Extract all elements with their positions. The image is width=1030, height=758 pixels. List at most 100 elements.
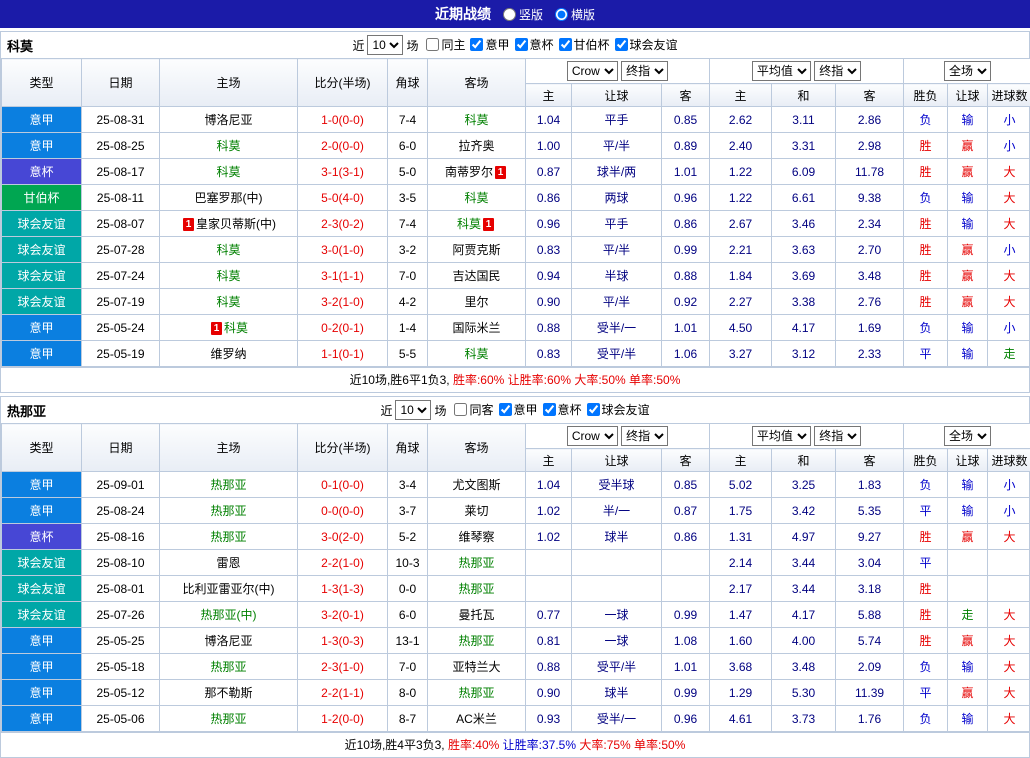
average-select[interactable]: 平均值 <box>752 426 811 446</box>
cell-handicap-result: 输 <box>948 498 988 524</box>
cell-handicap-away-odds: 0.85 <box>662 472 710 498</box>
cell-handicap-result: 赢 <box>948 159 988 185</box>
col-avg-away: 客 <box>836 84 904 107</box>
league-filter-group: 同客 意甲 意杯 球会友谊 <box>449 401 649 419</box>
cell-score: 0-2(0-1) <box>298 315 388 341</box>
scope-select[interactable]: 全场 <box>944 426 991 446</box>
league-filter[interactable]: 球会友谊 <box>615 36 678 53</box>
cell-handicap-away-odds: 0.85 <box>662 107 710 133</box>
league-filter-checkbox[interactable] <box>426 38 439 51</box>
league-filter-checkbox[interactable] <box>515 38 528 51</box>
layout-option-vertical[interactable]: 竖版 <box>503 6 543 23</box>
cell-date: 25-08-16 <box>82 524 160 550</box>
cell-corner: 3-5 <box>388 185 428 211</box>
league-filter-checkbox[interactable] <box>543 403 556 416</box>
cell-handicap-result: 输 <box>948 472 988 498</box>
cell-avg-home-odds: 1.22 <box>710 159 772 185</box>
league-filter-label: 同客 <box>469 401 493 418</box>
cell-avg-draw-odds: 4.17 <box>772 602 836 628</box>
cell-avg-away-odds: 5.88 <box>836 602 904 628</box>
cell-type: 球会友谊 <box>2 576 82 602</box>
league-filter-checkbox[interactable] <box>499 403 512 416</box>
cell-result: 负 <box>904 654 948 680</box>
league-filter[interactable]: 意甲 <box>499 401 538 418</box>
cell-home-team: 维罗纳 <box>160 341 298 367</box>
match-count-select[interactable]: 10 <box>367 35 403 55</box>
cell-type: 意甲 <box>2 315 82 341</box>
cell-handicap-home-odds <box>526 576 572 602</box>
match-count-select[interactable]: 10 <box>395 400 431 420</box>
cell-handicap-line: 一球 <box>572 602 662 628</box>
horizontal-radio[interactable] <box>555 8 568 21</box>
league-filter[interactable]: 球会友谊 <box>587 401 650 418</box>
cell-home-team: 雷恩 <box>160 550 298 576</box>
cell-result: 胜 <box>904 133 948 159</box>
league-filter[interactable]: 意杯 <box>543 401 582 418</box>
cell-handicap-home-odds: 0.86 <box>526 185 572 211</box>
filter-controls: 近 10 场 同客意甲意杯球会友谊 <box>380 400 649 420</box>
cell-avg-away-odds: 5.35 <box>836 498 904 524</box>
summary-segment: 近10场,胜6平1负3, <box>350 373 453 387</box>
league-filter-label: 球会友谊 <box>602 401 650 418</box>
cell-avg-draw-odds: 3.44 <box>772 576 836 602</box>
cell-avg-away-odds: 3.04 <box>836 550 904 576</box>
layout-option-horizontal[interactable]: 横版 <box>555 6 595 23</box>
vertical-radio[interactable] <box>503 8 516 21</box>
cell-handicap-line: 两球 <box>572 185 662 211</box>
cell-corner: 5-5 <box>388 341 428 367</box>
cell-handicap-line: 平手 <box>572 211 662 237</box>
odds-stage-select[interactable]: 终指 <box>621 61 668 81</box>
league-filter[interactable]: 同主 <box>426 36 465 53</box>
cell-handicap-result: 赢 <box>948 237 988 263</box>
filter-row: 科莫 近 10 场 同主意甲意杯甘伯杯球会友谊 <box>1 32 1029 58</box>
scope-select[interactable]: 全场 <box>944 61 991 81</box>
red-card-badge: 1 <box>483 218 494 231</box>
match-row: 意甲25-09-01热那亚0-1(0-0)3-4尤文图斯1.04受半球0.855… <box>2 472 1030 498</box>
cell-away-team: 吉达国民 <box>428 263 526 289</box>
cell-handicap-away-odds: 0.99 <box>662 680 710 706</box>
col-avg-draw: 和 <box>772 84 836 107</box>
league-filter-checkbox[interactable] <box>587 403 600 416</box>
league-filter-label: 意甲 <box>514 401 538 418</box>
cell-home-team: 热那亚 <box>160 524 298 550</box>
league-filter-checkbox[interactable] <box>454 403 467 416</box>
odds-stage-select[interactable]: 终指 <box>814 61 861 81</box>
bookmaker-select[interactable]: Crow <box>567 426 618 446</box>
bookmaker-select[interactable]: Crow <box>567 61 618 81</box>
cell-avg-home-odds: 1.29 <box>710 680 772 706</box>
league-filter[interactable]: 甘伯杯 <box>559 36 610 53</box>
cell-away-team: AC米兰 <box>428 706 526 732</box>
cell-goals-total: 大 <box>988 263 1030 289</box>
cell-type: 意杯 <box>2 159 82 185</box>
league-filter-checkbox[interactable] <box>559 38 572 51</box>
league-filter-checkbox[interactable] <box>615 38 628 51</box>
cell-handicap-home-odds: 0.77 <box>526 602 572 628</box>
cell-avg-draw-odds: 4.00 <box>772 628 836 654</box>
cell-avg-draw-odds: 5.30 <box>772 680 836 706</box>
cell-score: 2-2(1-1) <box>298 680 388 706</box>
odds-stage-select[interactable]: 终指 <box>621 426 668 446</box>
cell-handicap-away-odds: 0.96 <box>662 706 710 732</box>
cell-handicap-away-odds: 1.01 <box>662 654 710 680</box>
league-filter[interactable]: 同客 <box>454 401 493 418</box>
match-row: 意甲25-05-19维罗纳1-1(0-1)5-5科莫0.83受平/半1.063.… <box>2 341 1030 367</box>
cell-handicap-home-odds: 0.93 <box>526 706 572 732</box>
match-row: 甘伯杯25-08-11巴塞罗那(中)5-0(4-0)3-5科莫0.86两球0.9… <box>2 185 1030 211</box>
league-filter-checkbox[interactable] <box>470 38 483 51</box>
average-select[interactable]: 平均值 <box>752 61 811 81</box>
league-filter[interactable]: 意杯 <box>515 36 554 53</box>
match-row: 意甲25-08-24热那亚0-0(0-0)3-7莱切1.02半/一0.871.7… <box>2 498 1030 524</box>
cell-avg-home-odds: 2.21 <box>710 237 772 263</box>
cell-handicap-home-odds: 0.90 <box>526 289 572 315</box>
cell-type: 意甲 <box>2 472 82 498</box>
cell-avg-draw-odds: 3.63 <box>772 237 836 263</box>
league-filter-label: 意杯 <box>558 401 582 418</box>
cell-avg-home-odds: 4.50 <box>710 315 772 341</box>
odds-stage-select[interactable]: 终指 <box>814 426 861 446</box>
league-filter[interactable]: 意甲 <box>470 36 509 53</box>
scope-header: 全场 <box>904 424 1030 449</box>
cell-handicap-line <box>572 550 662 576</box>
cell-goals-total <box>988 576 1030 602</box>
match-row: 意甲25-05-06热那亚1-2(0-0)8-7AC米兰0.93受半/一0.96… <box>2 706 1030 732</box>
handicap-odds-header: Crow 终指 <box>526 59 710 84</box>
